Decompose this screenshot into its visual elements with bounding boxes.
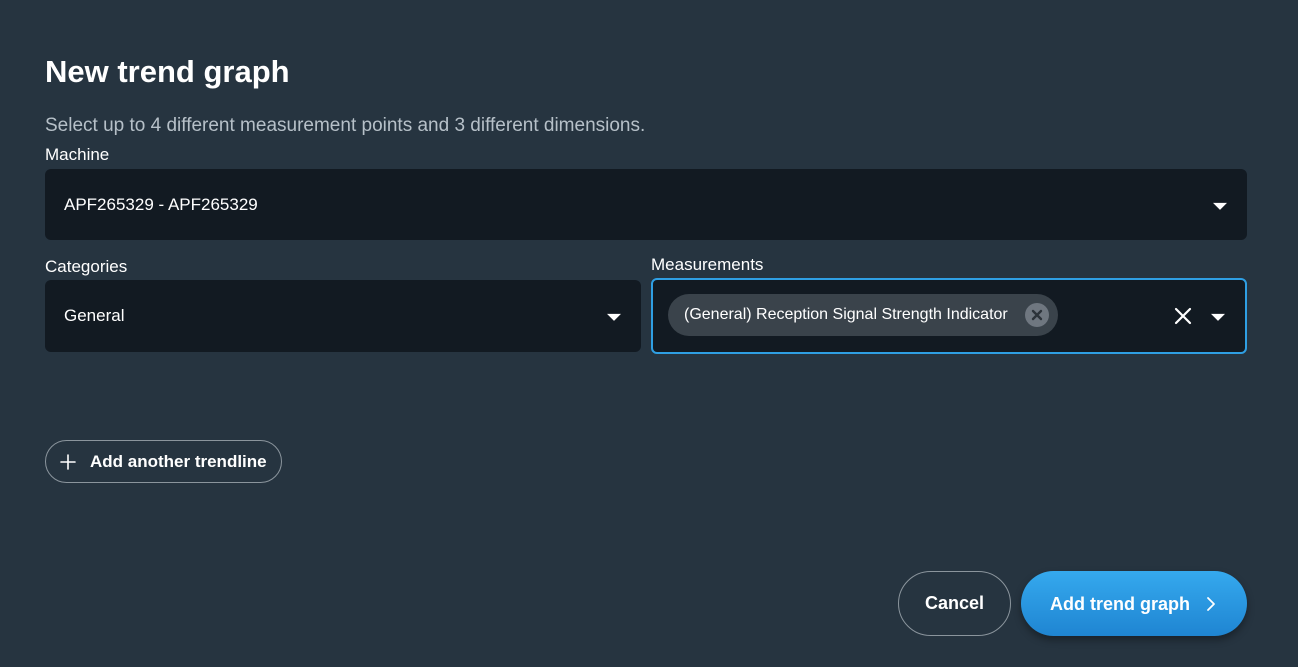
plus-icon — [60, 453, 76, 470]
add-trend-graph-label: Add trend graph — [1050, 593, 1190, 614]
chevron-right-icon — [1205, 596, 1217, 612]
add-trendline-button[interactable]: Add another trendline — [45, 440, 282, 483]
machine-select[interactable]: APF265329 - APF265329 — [45, 169, 1247, 240]
categories-select[interactable]: General — [45, 280, 641, 352]
categories-select-value: General — [64, 306, 125, 325]
chevron-down-icon[interactable] — [1211, 313, 1225, 321]
cancel-button[interactable]: Cancel — [898, 571, 1011, 636]
categories-label: Categories — [45, 257, 128, 276]
measurement-chip-label: (General) Reception Signal Strength Indi… — [684, 306, 1008, 323]
dialog-subtitle: Select up to 4 different measurement poi… — [45, 115, 646, 136]
measurement-chip: (General) Reception Signal Strength Indi… — [668, 294, 1058, 336]
add-trendline-label: Add another trendline — [90, 451, 267, 471]
chevron-down-icon — [607, 313, 621, 321]
add-trend-graph-button[interactable]: Add trend graph — [1021, 571, 1247, 636]
close-circle-icon[interactable] — [1025, 303, 1049, 327]
dialog-title: New trend graph — [45, 54, 290, 89]
measurements-select[interactable]: (General) Reception Signal Strength Indi… — [651, 278, 1247, 354]
machine-label: Machine — [45, 145, 110, 164]
machine-select-value: APF265329 - APF265329 — [64, 194, 258, 214]
measurements-label: Measurements — [651, 255, 764, 274]
chevron-down-icon — [1213, 202, 1227, 210]
close-icon[interactable] — [1173, 306, 1193, 326]
